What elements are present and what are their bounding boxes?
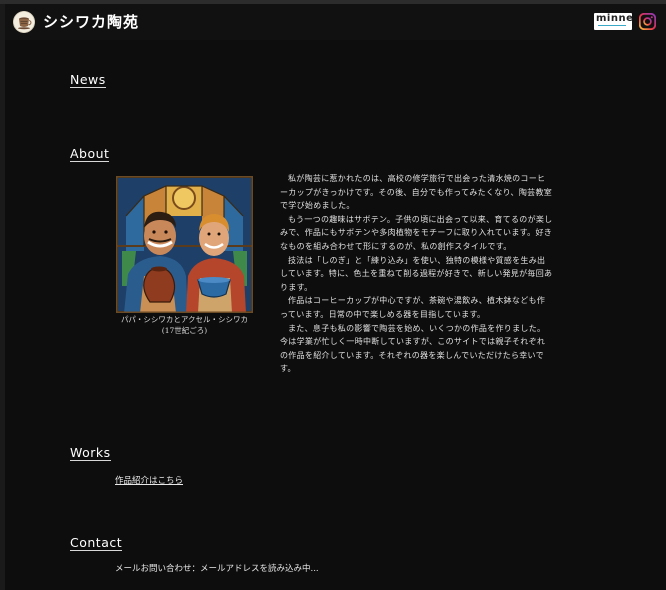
main-content: News About パパ・シシワカとアクセル・シシワカ (17世紀ごろ) 私が… [5,40,666,590]
works-heading[interactable]: Works [70,446,111,461]
portrait-caption-line2: (17世紀ごろ) [161,326,208,335]
contact-email-text: メールお問い合わせ：メールアドレスを読み込み中... [115,564,319,574]
minne-label: minne [596,13,632,24]
news-heading[interactable]: News [70,73,106,88]
about-text: 私が陶芸に惹かれたのは、高校の修学旅行で出会った清水焼のコーヒーカップがきっかけ… [280,172,553,376]
about-paragraph: また、息子も私の影響で陶芸を始め、いくつかの作品を作りました。今は学業が忙しく一… [280,323,546,374]
instagram-icon[interactable] [638,12,657,31]
minne-link[interactable]: minne [594,13,632,30]
contact-heading[interactable]: Contact [70,536,123,551]
about-paragraph: 技法は「しのぎ」と「練り込み」を使い、独特の模様や質感を生み出しています。特に、… [280,255,553,292]
about-heading[interactable]: About [70,147,110,162]
site-header: シシワカ陶苑 minne [5,4,666,40]
portrait-image [114,174,255,315]
about-paragraph: 作品はコーヒーカップが中心ですが、茶碗や湯飲み、植木鉢なども作っています。日常の… [280,296,546,319]
portrait-caption: パパ・シシワカとアクセル・シシワカ (17世紀ごろ) [112,314,257,336]
portrait-caption-line1: パパ・シシワカとアクセル・シシワカ [120,315,249,324]
coffee-cup-logo-icon[interactable] [13,11,35,33]
about-paragraph: もう一つの趣味はサボテン。子供の頃に出会って以来、育てるのが楽しみで、作品にもサ… [280,214,553,251]
minne-underline [598,25,626,26]
works-link[interactable]: 作品紹介はこちら [115,474,183,486]
about-paragraph: 私が陶芸に惹かれたのは、高校の修学旅行で出会った清水焼のコーヒーカップがきっかけ… [280,174,553,211]
site-title[interactable]: シシワカ陶苑 [43,11,139,32]
